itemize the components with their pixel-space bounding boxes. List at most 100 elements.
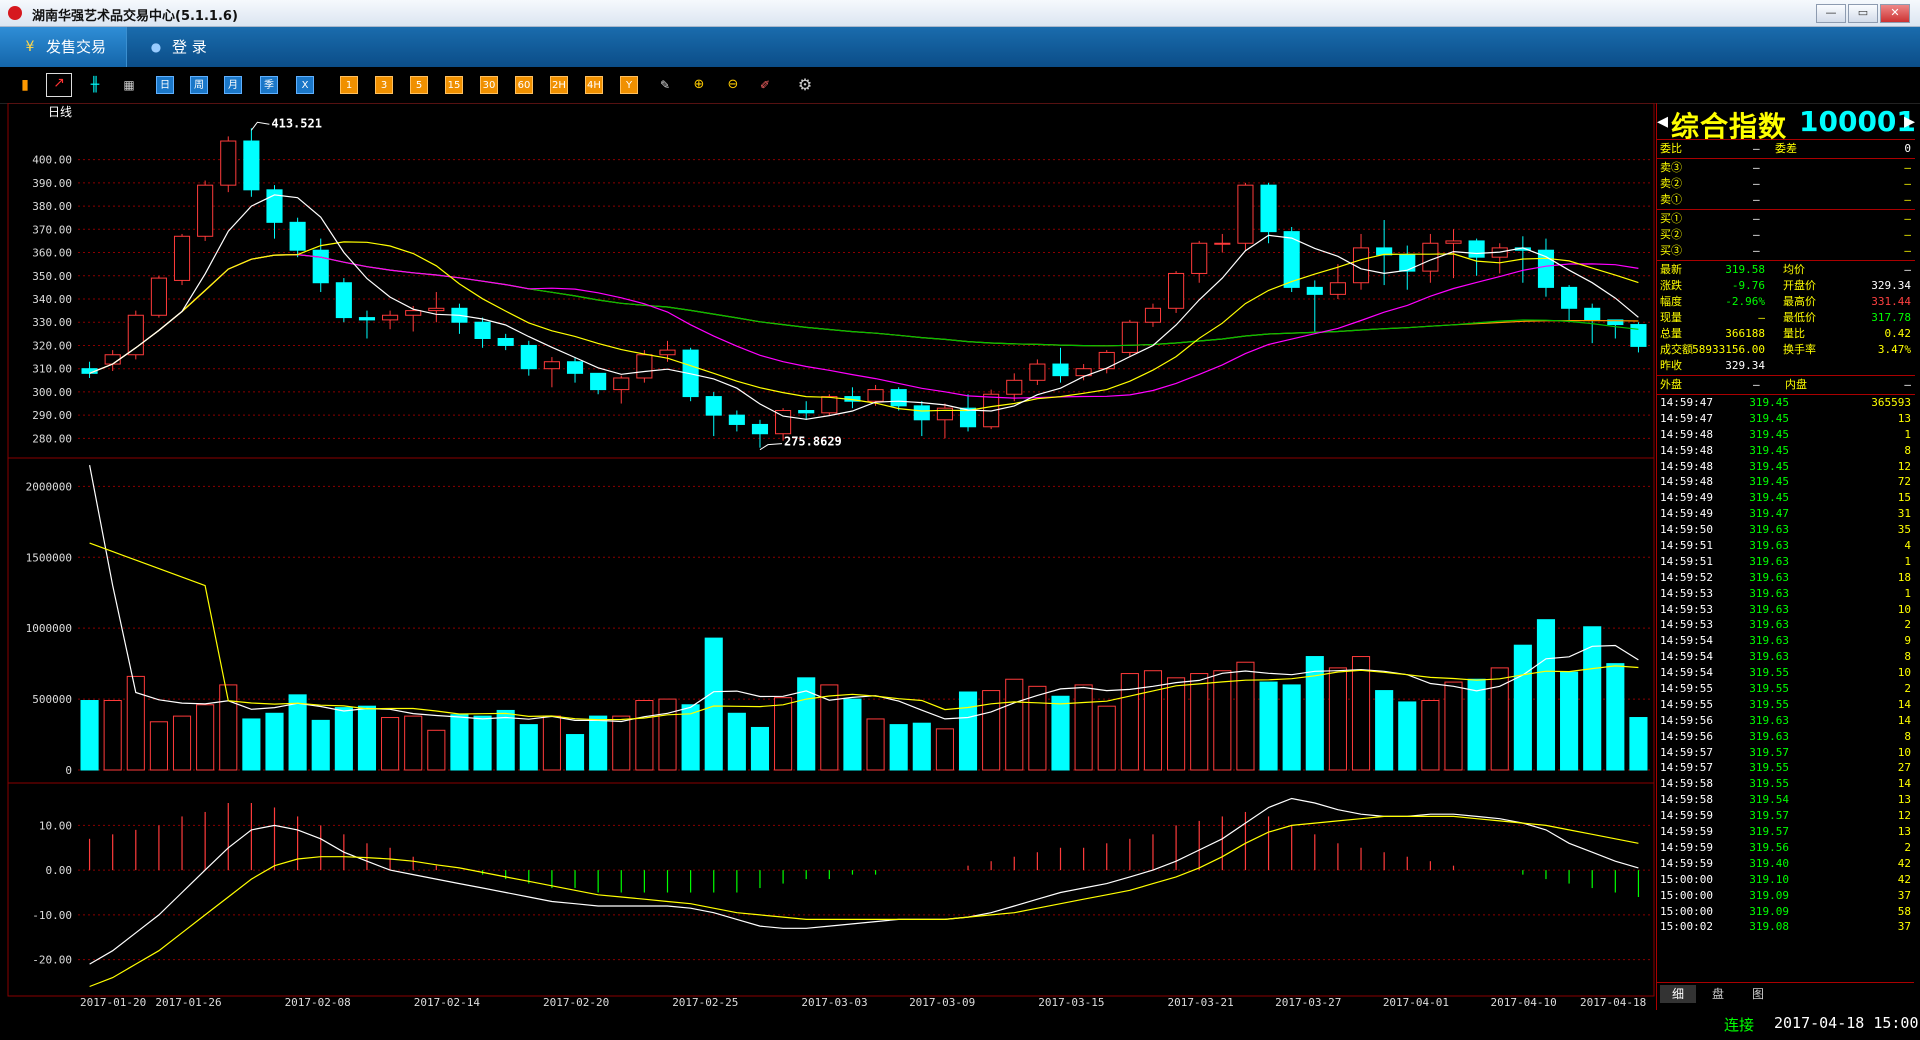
candle-body <box>1630 324 1647 347</box>
period-season-button[interactable]: 季 <box>260 76 278 94</box>
candlestick-icon[interactable]: ╫ <box>86 76 104 94</box>
tick-list: 14:59:47 319.45 365593 14:59:47 319.45 13 14:5… <box>1657 395 1915 935</box>
maximize-button[interactable]: ▭ <box>1848 4 1878 23</box>
tick-volume: 13 <box>1897 793 1911 807</box>
candle-body <box>1029 363 1046 381</box>
tab-book[interactable]: 盘 <box>1700 985 1736 1003</box>
volume-bar <box>427 729 446 771</box>
price-tick-label: 280.00 <box>32 432 72 445</box>
stat-label-2: 最低价 <box>1783 311 1816 324</box>
tick-price: 319.63 <box>1749 523 1789 537</box>
outer-row: 外盘 — 内盘 — <box>1657 377 1915 393</box>
draw-icon[interactable]: ✐ <box>756 76 774 94</box>
tick-volume: 8 <box>1904 650 1911 664</box>
stat-label: 现量 <box>1660 311 1682 324</box>
period-week-button[interactable]: 周 <box>190 76 208 94</box>
volume-bar <box>1606 663 1625 771</box>
tick-volume: 14 <box>1897 777 1911 791</box>
tab-detail[interactable]: 细 <box>1660 985 1696 1003</box>
volume-bar <box>1328 667 1347 771</box>
tick-time: 14:59:59 <box>1660 809 1713 823</box>
quote-header: ◂ 综合指数 100001 ▸ <box>1657 103 1916 143</box>
zoom-out-icon[interactable]: ⊖ <box>724 76 742 94</box>
candle-body <box>127 314 144 356</box>
edit-icon[interactable]: ✎ <box>656 76 674 94</box>
tick-time: 14:59:50 <box>1660 523 1713 537</box>
minute-30-button[interactable]: 30 <box>480 76 498 94</box>
tick-volume: 2 <box>1904 682 1911 696</box>
price-tick-label: 390.00 <box>32 177 72 190</box>
wei-cha-value: 0 <box>1904 142 1911 155</box>
buy-orders-section: 买① — — 买② — — 买③ — — <box>1657 210 1915 261</box>
hour-4-button[interactable]: 4H <box>585 76 603 94</box>
candle-body <box>1260 184 1277 233</box>
buy-price: — <box>1753 228 1760 241</box>
gear-icon[interactable]: ⚙ <box>796 76 814 94</box>
volume-bar <box>1444 681 1463 771</box>
volume-bar <box>1467 678 1486 771</box>
period-month-button[interactable]: 月 <box>224 76 242 94</box>
title-bar: 湖南华强艺术品交易中心(5.1.1.6) — ▭ ✕ <box>0 0 1920 27</box>
macd-tick-label: -20.00 <box>32 954 72 967</box>
main-menu: ¥ 发售交易 ● 登 录 <box>0 27 1920 67</box>
next-arrow-icon[interactable]: ▸ <box>1904 109 1915 134</box>
volume-bar <box>1629 717 1648 771</box>
index-code: 100001 <box>1799 105 1916 138</box>
minute-1-button[interactable]: 1 <box>340 76 358 94</box>
minute-15-button[interactable]: 15 <box>445 76 463 94</box>
tick-row: 14:59:55 319.55 14 <box>1657 697 1915 713</box>
tick-time: 14:59:49 <box>1660 507 1713 521</box>
tab-issue-trading[interactable]: ¥ 发售交易 <box>0 27 127 67</box>
minute-5-button[interactable]: 5 <box>410 76 428 94</box>
candle-body <box>243 140 260 191</box>
bar-chart-icon[interactable]: ▮ <box>16 76 34 94</box>
tick-time: 14:59:54 <box>1660 666 1713 680</box>
volume-tick-label: 1000000 <box>26 622 72 635</box>
tick-price: 319.55 <box>1749 761 1789 775</box>
tick-price: 319.45 <box>1749 427 1789 441</box>
stat-value-2: 331.44 <box>1871 295 1911 308</box>
volume-bar <box>473 715 492 771</box>
tick-price: 319.54 <box>1749 793 1789 807</box>
tick-volume: 37 <box>1897 920 1911 934</box>
minute-60-button[interactable]: 60 <box>515 76 533 94</box>
line-chart-icon[interactable]: ↗ <box>46 73 72 97</box>
tick-row: 14:59:54 319.63 8 <box>1657 649 1915 665</box>
volume-bar <box>450 714 469 771</box>
volume-bar <box>542 715 561 771</box>
tick-price: 319.57 <box>1749 825 1789 839</box>
tick-volume: 12 <box>1897 459 1911 473</box>
candle-body <box>1422 242 1439 272</box>
tick-volume: 2 <box>1904 618 1911 632</box>
close-button[interactable]: ✕ <box>1880 4 1910 23</box>
tick-row: 14:59:55 319.55 2 <box>1657 681 1915 697</box>
tick-price: 319.63 <box>1749 586 1789 600</box>
tick-volume: 14 <box>1897 713 1911 727</box>
tab-login[interactable]: ● 登 录 <box>126 27 262 67</box>
kline-chart[interactable]: 400.00 390.00 380.00 370.00 360.00 350.00 340.… <box>0 103 1656 1010</box>
candle-body <box>1329 282 1346 295</box>
minimize-button[interactable]: — <box>1816 4 1846 23</box>
minute-3-button[interactable]: 3 <box>375 76 393 94</box>
prev-arrow-icon[interactable]: ◂ <box>1657 109 1668 134</box>
candle-body <box>1214 242 1231 245</box>
date-axis-label: 2017-01-26 <box>155 996 221 1009</box>
calendar-icon[interactable]: ▦ <box>120 76 138 94</box>
commission-ratio-section: 委比 — 委差 0 <box>1657 140 1915 159</box>
period-x-button[interactable]: X <box>296 76 314 94</box>
candle-body <box>474 321 491 339</box>
zoom-in-icon[interactable]: ⊕ <box>690 76 708 94</box>
volume-bar <box>1398 701 1417 771</box>
tick-row: 15:00:00 319.09 37 <box>1657 888 1915 904</box>
hour-2-button[interactable]: 2H <box>550 76 568 94</box>
low-label: 275.8629 <box>784 435 842 449</box>
stats-row: 现量 — 最低价 317.78 <box>1657 310 1915 326</box>
buy-level-label: 买② <box>1660 228 1682 241</box>
tab-graph[interactable]: 图 <box>1740 985 1776 1003</box>
date-axis-label: 2017-04-01 <box>1383 996 1449 1009</box>
period-day-button[interactable]: 日 <box>156 76 174 94</box>
volume-ma10-line <box>89 542 1639 721</box>
tick-volume: 365593 <box>1871 396 1911 409</box>
year-button[interactable]: Y <box>620 76 638 94</box>
index-name: 综合指数 <box>1671 110 1788 143</box>
